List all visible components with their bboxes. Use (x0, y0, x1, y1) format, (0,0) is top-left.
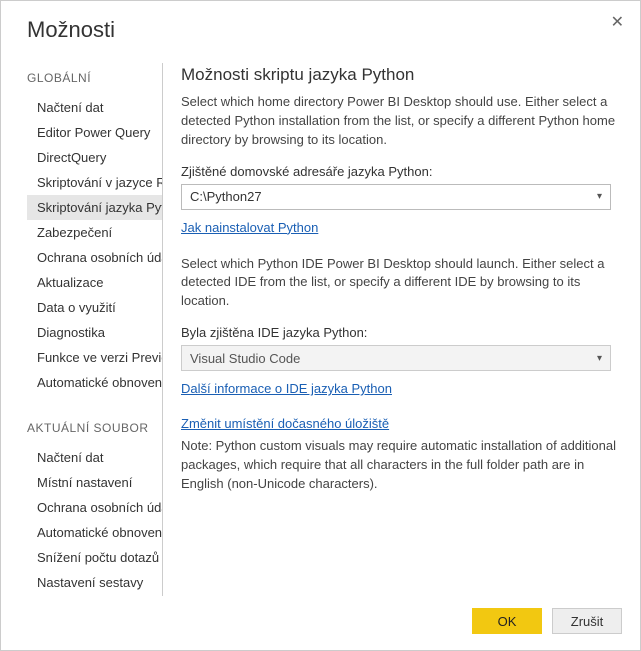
main-panel: Možnosti skriptu jazyka Python Select wh… (163, 63, 626, 596)
cancel-button[interactable]: Zrušit (552, 608, 622, 634)
page-heading: Možnosti skriptu jazyka Python (181, 65, 616, 85)
sidebar: GLOBÁLNÍ Načtení dat Editor Power Query … (27, 63, 163, 596)
sidebar-item-file-load-data[interactable]: Načtení dat (27, 445, 162, 470)
ide-label: Byla zjištěna IDE jazyka Python: (181, 325, 616, 340)
sidebar-item-directquery[interactable]: DirectQuery (27, 145, 162, 170)
sidebar-section-global: GLOBÁLNÍ (27, 71, 162, 85)
sidebar-item-usage-data[interactable]: Data o využití (27, 295, 162, 320)
ide-value: Visual Studio Code (190, 351, 300, 366)
sidebar-item-preview-features[interactable]: Funkce ve verzi Preview (27, 345, 162, 370)
close-icon[interactable]: ✕ (605, 11, 630, 35)
home-dir-value: C:\Python27 (190, 189, 262, 204)
ok-button[interactable]: OK (472, 608, 542, 634)
chevron-down-icon: ▾ (597, 353, 602, 364)
sidebar-item-file-auto-recovery[interactable]: Automatické obnovení (27, 520, 162, 545)
sidebar-item-report-settings[interactable]: Nastavení sestavy (27, 570, 162, 595)
intro-text: Select which home directory Power BI Des… (181, 93, 616, 150)
sidebar-item-query-reduction[interactable]: Snížení počtu dotazů (27, 545, 162, 570)
sidebar-item-regional[interactable]: Místní nastavení (27, 470, 162, 495)
ide-select[interactable]: Visual Studio Code ▾ (181, 345, 611, 371)
window-title: Možnosti (27, 17, 115, 43)
sidebar-item-diagnostics[interactable]: Diagnostika (27, 320, 162, 345)
install-python-link[interactable]: Jak nainstalovat Python (181, 220, 318, 235)
sidebar-item-load-data[interactable]: Načtení dat (27, 95, 162, 120)
chevron-down-icon: ▾ (597, 191, 602, 202)
dialog-footer: OK Zrušit (1, 596, 640, 650)
sidebar-item-privacy[interactable]: Ochrana osobních údajů (27, 245, 162, 270)
sidebar-item-updates[interactable]: Aktualizace (27, 270, 162, 295)
note-text: Note: Python custom visuals may require … (181, 437, 616, 494)
sidebar-item-python-scripting[interactable]: Skriptování jazyka Python (27, 195, 162, 220)
ide-info-link[interactable]: Další informace o IDE jazyka Python (181, 381, 392, 396)
titlebar: Možnosti ✕ (1, 1, 640, 43)
sidebar-item-power-query[interactable]: Editor Power Query (27, 120, 162, 145)
sidebar-section-current-file: AKTUÁLNÍ SOUBOR (27, 421, 162, 435)
ide-intro-text: Select which Python IDE Power BI Desktop… (181, 255, 616, 312)
sidebar-item-r-scripting[interactable]: Skriptování v jazyce R (27, 170, 162, 195)
home-dir-label: Zjištěné domovské adresáře jazyka Python… (181, 164, 616, 179)
home-dir-select[interactable]: C:\Python27 ▾ (181, 184, 611, 210)
content-area: GLOBÁLNÍ Načtení dat Editor Power Query … (1, 43, 640, 596)
temp-storage-link[interactable]: Změnit umístění dočasného úložiště (181, 416, 389, 431)
sidebar-item-auto-recovery[interactable]: Automatické obnovení (27, 370, 162, 395)
sidebar-item-security[interactable]: Zabezpečení (27, 220, 162, 245)
sidebar-item-file-privacy[interactable]: Ochrana osobních údajů (27, 495, 162, 520)
